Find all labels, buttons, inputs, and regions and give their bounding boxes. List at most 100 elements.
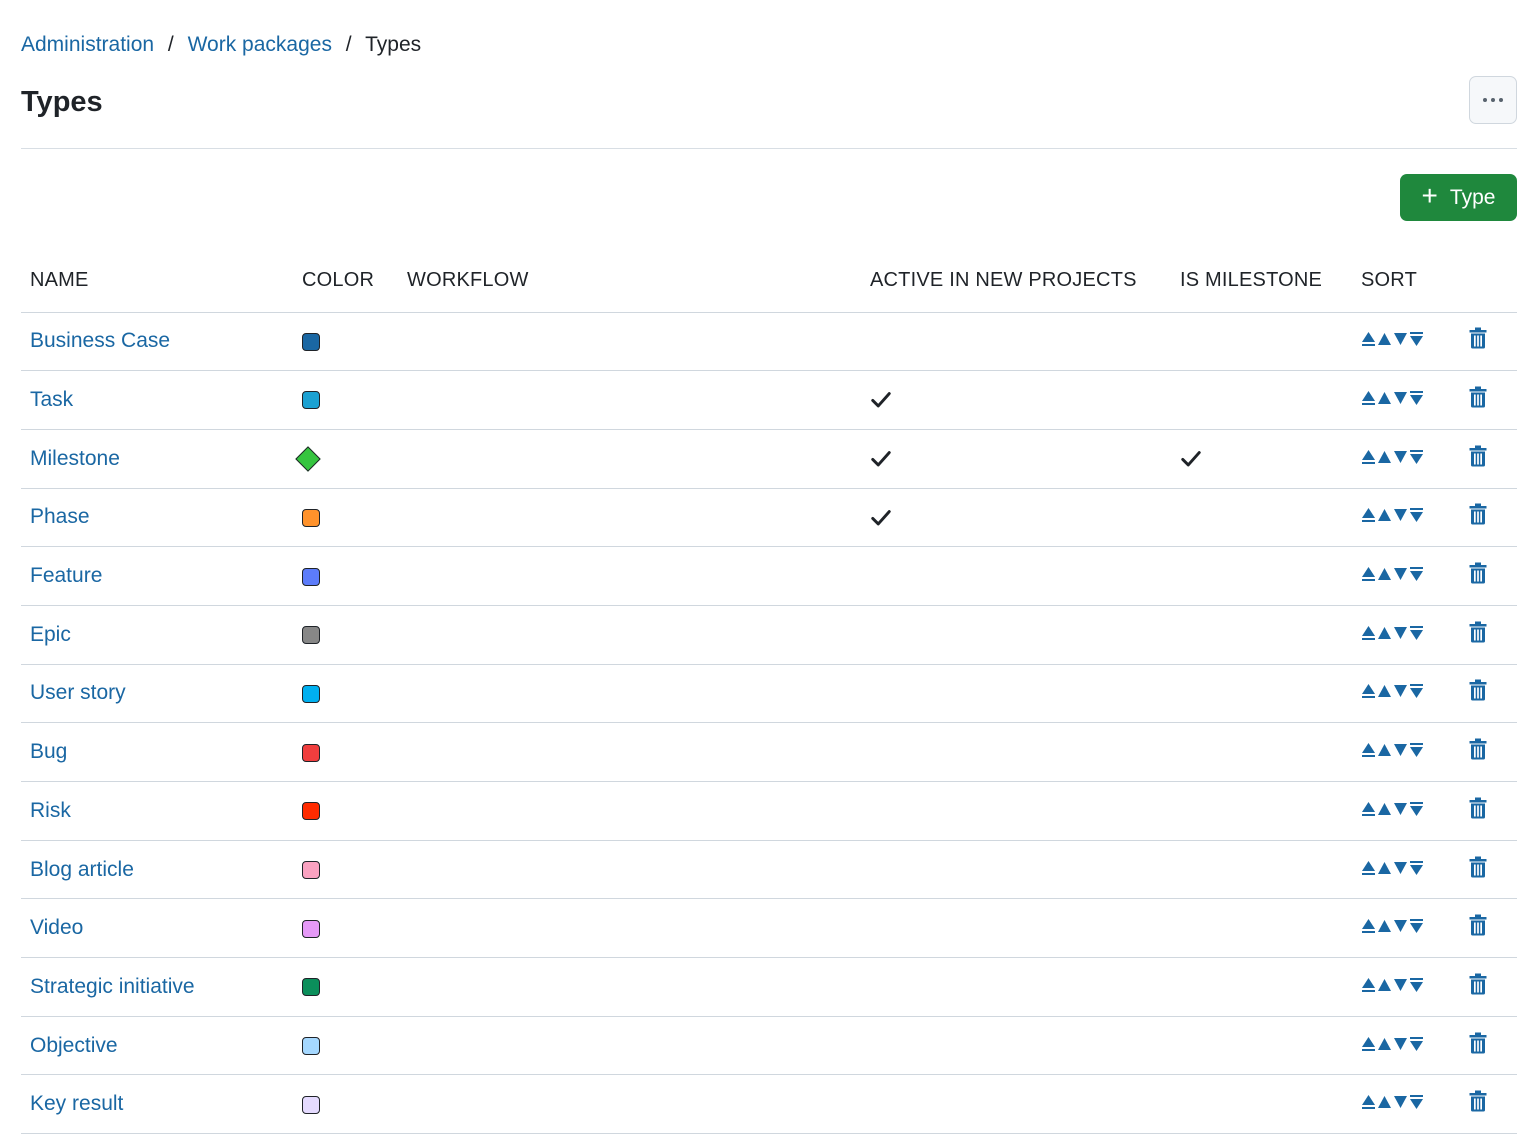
move-down-icon[interactable] xyxy=(1393,801,1408,817)
move-up-icon[interactable] xyxy=(1377,1036,1392,1052)
move-to-bottom-icon[interactable] xyxy=(1409,918,1424,934)
move-to-bottom-icon[interactable] xyxy=(1409,625,1424,641)
trash-icon[interactable] xyxy=(1469,914,1487,936)
type-name-link[interactable]: Business Case xyxy=(30,329,170,352)
move-to-bottom-icon[interactable] xyxy=(1409,683,1424,699)
trash-icon[interactable] xyxy=(1469,797,1487,819)
move-to-bottom-icon[interactable] xyxy=(1409,507,1424,523)
move-to-top-icon[interactable] xyxy=(1361,977,1376,993)
move-to-top-icon[interactable] xyxy=(1361,566,1376,582)
trash-icon[interactable] xyxy=(1469,445,1487,467)
move-up-icon[interactable] xyxy=(1377,683,1392,699)
trash-icon[interactable] xyxy=(1469,621,1487,643)
move-up-icon[interactable] xyxy=(1377,331,1392,347)
move-to-bottom-icon[interactable] xyxy=(1409,1094,1424,1110)
move-down-icon[interactable] xyxy=(1393,860,1408,876)
move-down-icon[interactable] xyxy=(1393,625,1408,641)
move-to-top-icon[interactable] xyxy=(1361,507,1376,523)
move-down-icon[interactable] xyxy=(1393,742,1408,758)
more-actions-button[interactable] xyxy=(1469,76,1517,124)
move-up-icon[interactable] xyxy=(1377,801,1392,817)
move-to-bottom-icon[interactable] xyxy=(1409,1036,1424,1052)
trash-icon[interactable] xyxy=(1469,973,1487,995)
type-name-link[interactable]: Blog article xyxy=(30,858,134,881)
breadcrumb-administration[interactable]: Administration xyxy=(21,33,154,56)
move-to-top-icon[interactable] xyxy=(1361,390,1376,406)
move-down-icon[interactable] xyxy=(1393,390,1408,406)
type-name-link[interactable]: Key result xyxy=(30,1092,123,1115)
move-to-bottom-icon[interactable] xyxy=(1409,566,1424,582)
column-header-milestone[interactable]: IS MILESTONE xyxy=(1171,250,1352,313)
sort-controls xyxy=(1361,331,1424,347)
move-to-bottom-icon[interactable] xyxy=(1409,742,1424,758)
breadcrumb-work-packages[interactable]: Work packages xyxy=(188,33,332,56)
trash-icon[interactable] xyxy=(1469,386,1487,408)
type-name-link[interactable]: Feature xyxy=(30,564,102,587)
move-to-top-icon[interactable] xyxy=(1361,918,1376,934)
type-name-link[interactable]: Strategic initiative xyxy=(30,975,195,998)
move-to-bottom-icon[interactable] xyxy=(1409,331,1424,347)
type-name-link[interactable]: User story xyxy=(30,681,126,704)
move-to-bottom-icon[interactable] xyxy=(1409,977,1424,993)
move-down-icon[interactable] xyxy=(1393,566,1408,582)
trash-icon[interactable] xyxy=(1469,1032,1487,1054)
move-to-top-icon[interactable] xyxy=(1361,860,1376,876)
add-type-button[interactable]: + Type xyxy=(1400,174,1517,221)
move-to-bottom-icon[interactable] xyxy=(1409,449,1424,465)
sort-controls xyxy=(1361,977,1424,993)
move-down-icon[interactable] xyxy=(1393,977,1408,993)
move-to-top-icon[interactable] xyxy=(1361,331,1376,347)
move-to-bottom-icon[interactable] xyxy=(1409,860,1424,876)
move-up-icon[interactable] xyxy=(1377,566,1392,582)
trash-icon[interactable] xyxy=(1469,679,1487,701)
move-up-icon[interactable] xyxy=(1377,918,1392,934)
move-down-icon[interactable] xyxy=(1393,449,1408,465)
column-header-workflow[interactable]: WORKFLOW xyxy=(398,250,861,313)
column-header-color[interactable]: COLOR xyxy=(293,250,398,313)
move-to-top-icon[interactable] xyxy=(1361,449,1376,465)
move-to-top-icon[interactable] xyxy=(1361,1094,1376,1110)
trash-icon[interactable] xyxy=(1469,738,1487,760)
move-down-icon[interactable] xyxy=(1393,1036,1408,1052)
type-name-link[interactable]: Epic xyxy=(30,623,71,646)
trash-icon[interactable] xyxy=(1469,1090,1487,1112)
column-header-actions xyxy=(1460,250,1517,313)
trash-icon[interactable] xyxy=(1469,562,1487,584)
type-name-link[interactable]: Video xyxy=(30,916,83,939)
move-to-top-icon[interactable] xyxy=(1361,742,1376,758)
type-name-link[interactable]: Bug xyxy=(30,740,67,763)
move-up-icon[interactable] xyxy=(1377,742,1392,758)
move-to-bottom-icon[interactable] xyxy=(1409,801,1424,817)
plus-icon: + xyxy=(1421,180,1438,211)
move-to-bottom-icon[interactable] xyxy=(1409,390,1424,406)
type-name-link[interactable]: Objective xyxy=(30,1034,118,1057)
type-name-link[interactable]: Phase xyxy=(30,505,90,528)
type-name-link[interactable]: Risk xyxy=(30,799,71,822)
move-down-icon[interactable] xyxy=(1393,1094,1408,1110)
trash-icon[interactable] xyxy=(1469,327,1487,349)
move-up-icon[interactable] xyxy=(1377,1094,1392,1110)
move-to-top-icon[interactable] xyxy=(1361,1036,1376,1052)
trash-icon[interactable] xyxy=(1469,856,1487,878)
type-name-link[interactable]: Task xyxy=(30,388,73,411)
move-to-top-icon[interactable] xyxy=(1361,683,1376,699)
move-down-icon[interactable] xyxy=(1393,683,1408,699)
move-to-top-icon[interactable] xyxy=(1361,625,1376,641)
cell-sort xyxy=(1352,1016,1460,1076)
check-icon xyxy=(870,447,892,470)
move-up-icon[interactable] xyxy=(1377,390,1392,406)
column-header-active[interactable]: ACTIVE IN NEW PROJECTS xyxy=(861,250,1171,313)
type-name-link[interactable]: Milestone xyxy=(30,447,120,470)
move-to-top-icon[interactable] xyxy=(1361,801,1376,817)
move-down-icon[interactable] xyxy=(1393,507,1408,523)
move-up-icon[interactable] xyxy=(1377,977,1392,993)
move-up-icon[interactable] xyxy=(1377,625,1392,641)
move-down-icon[interactable] xyxy=(1393,331,1408,347)
move-up-icon[interactable] xyxy=(1377,507,1392,523)
move-down-icon[interactable] xyxy=(1393,918,1408,934)
move-up-icon[interactable] xyxy=(1377,449,1392,465)
column-header-name[interactable]: NAME xyxy=(21,250,293,313)
move-up-icon[interactable] xyxy=(1377,860,1392,876)
kebab-horizontal-icon xyxy=(1483,98,1487,102)
trash-icon[interactable] xyxy=(1469,503,1487,525)
